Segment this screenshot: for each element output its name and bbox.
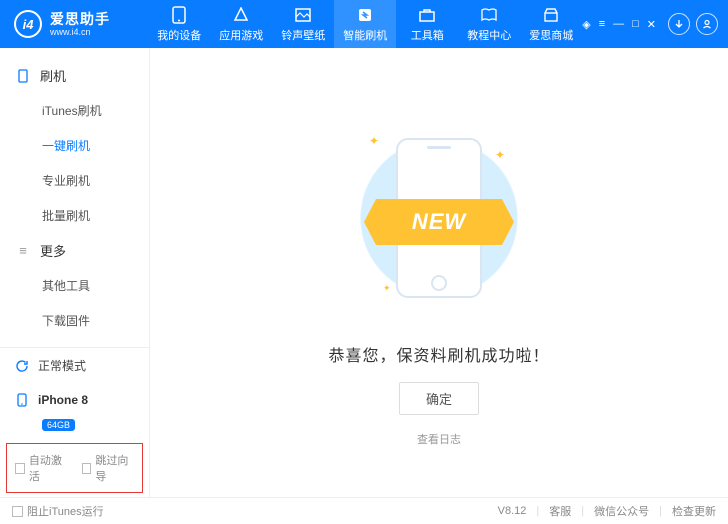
group-title: 更多 <box>40 241 66 260</box>
book-icon <box>480 6 498 24</box>
mode-label: 正常模式 <box>38 357 86 374</box>
storage-badge: 64GB <box>42 419 75 431</box>
minimize-icon[interactable]: — <box>613 18 624 31</box>
mode-row[interactable]: 正常模式 <box>0 348 149 383</box>
success-message: 恭喜您，保资料刷机成功啦！ <box>328 342 549 366</box>
window-controls: ◈ ≡ — □ ✕ <box>582 18 656 31</box>
support-link[interactable]: 客服 <box>549 503 571 519</box>
skip-guide-checkbox[interactable]: 跳过向导 <box>82 452 135 484</box>
maximize-icon[interactable]: □ <box>632 18 639 31</box>
ok-button[interactable]: 确定 <box>399 382 479 415</box>
nav-label: 铃声壁纸 <box>281 27 325 43</box>
checkbox-label: 阻止iTunes运行 <box>27 503 104 519</box>
nav-flash[interactable]: 智能刷机 <box>334 0 396 48</box>
update-link[interactable]: 检查更新 <box>672 503 716 519</box>
brand: i4 爱思助手 www.i4.cn <box>0 10 148 38</box>
sidebar-itunes-flash[interactable]: iTunes刷机 <box>0 93 149 128</box>
wallpaper-icon <box>294 6 312 24</box>
auto-activate-checkbox[interactable]: 自动激活 <box>15 452 68 484</box>
apps-icon <box>232 6 250 24</box>
sidebar-oneclick-flash[interactable]: 一键刷机 <box>0 128 149 163</box>
header-right: ◈ ≡ — □ ✕ <box>582 13 728 35</box>
version-label: V8.12 <box>498 505 527 517</box>
wechat-link[interactable]: 微信公众号 <box>594 503 649 519</box>
sidebar: 刷机 iTunes刷机 一键刷机 专业刷机 批量刷机 ≡ 更多 其他工具 下载固… <box>0 48 150 497</box>
status-bar: 阻止iTunes运行 V8.12 | 客服 | 微信公众号 | 检查更新 <box>0 497 728 524</box>
checkbox-label: 自动激活 <box>29 452 68 484</box>
flash-icon <box>356 6 374 24</box>
sidebar-other-tools[interactable]: 其他工具 <box>0 268 149 303</box>
nav-label: 教程中心 <box>467 27 511 43</box>
phone-icon <box>16 69 30 83</box>
device-name: iPhone 8 <box>38 393 88 407</box>
success-illustration: ✦ ✦ ✦ NEW <box>339 118 539 318</box>
nav-label: 工具箱 <box>411 27 444 43</box>
nav-label: 智能刷机 <box>343 27 387 43</box>
brand-title: 爱思助手 <box>50 12 110 26</box>
user-icon[interactable] <box>696 13 718 35</box>
view-log-link[interactable]: 查看日志 <box>417 431 461 447</box>
new-ribbon: NEW <box>364 199 514 245</box>
options-highlight: 自动激活 跳过向导 <box>6 443 143 493</box>
nav-ringtones[interactable]: 铃声壁纸 <box>272 0 334 48</box>
nav-apps[interactable]: 应用游戏 <box>210 0 272 48</box>
app-header: i4 爱思助手 www.i4.cn 我的设备 应用游戏 铃声壁纸 智能刷机 工具… <box>0 0 728 48</box>
close-icon[interactable]: ✕ <box>647 18 656 31</box>
brand-sub: www.i4.cn <box>50 28 110 37</box>
nav-store[interactable]: 爱思商城 <box>520 0 582 48</box>
group-title: 刷机 <box>40 66 66 85</box>
nav-my-device[interactable]: 我的设备 <box>148 0 210 48</box>
main-content: ✦ ✦ ✦ NEW 恭喜您，保资料刷机成功啦！ 确定 查看日志 <box>150 48 728 497</box>
device-row[interactable]: iPhone 8 <box>0 383 149 417</box>
nav-label: 我的设备 <box>157 27 201 43</box>
refresh-icon <box>14 358 30 374</box>
download-icon[interactable] <box>668 13 690 35</box>
mobile-icon <box>14 392 30 408</box>
nav-label: 应用游戏 <box>219 27 263 43</box>
nav-tutorials[interactable]: 教程中心 <box>458 0 520 48</box>
group-more[interactable]: ≡ 更多 <box>0 233 149 268</box>
skin-icon[interactable]: ◈ <box>582 18 590 31</box>
nav-label: 爱思商城 <box>529 27 573 43</box>
top-nav: 我的设备 应用游戏 铃声壁纸 智能刷机 工具箱 教程中心 爱思商城 <box>148 0 582 48</box>
sidebar-advanced[interactable]: 高级功能 <box>0 338 149 347</box>
sidebar-pro-flash[interactable]: 专业刷机 <box>0 163 149 198</box>
logo-icon: i4 <box>14 10 42 38</box>
group-flash[interactable]: 刷机 <box>0 58 149 93</box>
more-icon: ≡ <box>16 244 30 258</box>
store-icon <box>542 6 560 24</box>
toolbox-icon <box>418 6 436 24</box>
sidebar-batch-flash[interactable]: 批量刷机 <box>0 198 149 233</box>
nav-toolbox[interactable]: 工具箱 <box>396 0 458 48</box>
device-icon <box>170 6 188 24</box>
block-itunes-checkbox[interactable]: 阻止iTunes运行 <box>12 503 104 519</box>
menu-icon[interactable]: ≡ <box>599 18 605 31</box>
sidebar-download-firmware[interactable]: 下载固件 <box>0 303 149 338</box>
checkbox-label: 跳过向导 <box>95 452 134 484</box>
